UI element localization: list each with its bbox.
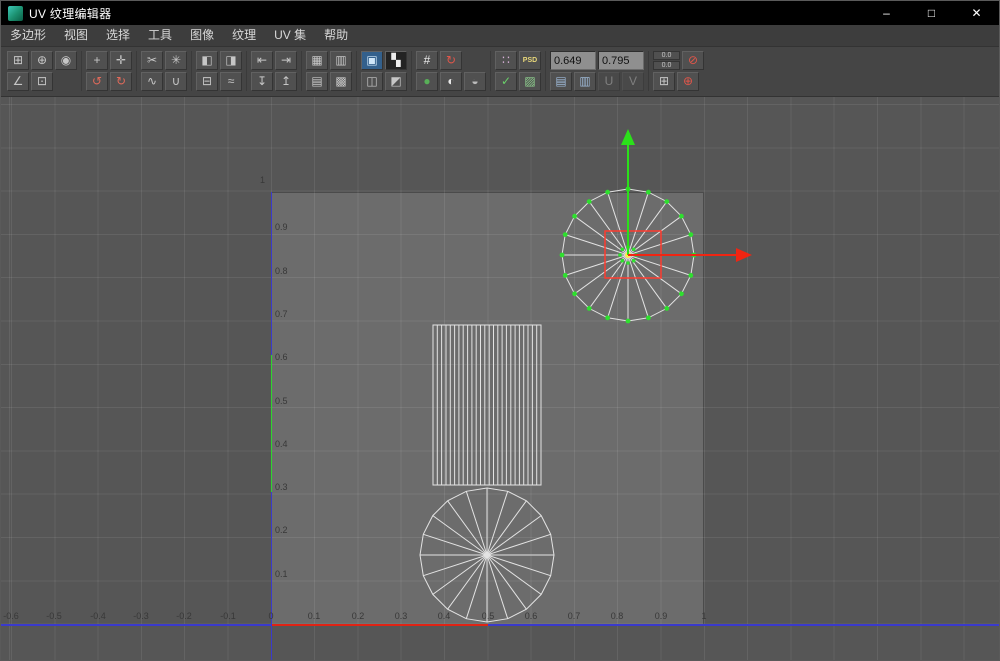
rotation-snap-stack[interactable]: 0.00.0 (653, 51, 680, 70)
transform-group: +✛↺↻ (82, 51, 137, 91)
move-uv-icon[interactable]: + (86, 51, 108, 70)
move-uv-shell-tool-icon[interactable]: ⊕ (31, 51, 53, 70)
close-button[interactable]: ✕ (954, 1, 999, 25)
align-min-u-icon[interactable]: ⇤ (251, 51, 273, 70)
move-manipulator[interactable] (621, 129, 752, 262)
align-max-v-icon[interactable]: ↥ (275, 72, 297, 91)
window-title: UV 纹理编辑器 (29, 5, 111, 22)
window-controls: – □ ✕ (864, 1, 999, 25)
tile-image-icon[interactable]: ◫ (361, 72, 383, 91)
checker-display-icon[interactable]: ▚ (385, 51, 407, 70)
tools-group: ⊞⊕◉ ∠⊡ (3, 51, 82, 91)
delete-image-icon[interactable]: ⊘ (682, 51, 704, 70)
maximize-button[interactable]: □ (909, 1, 954, 25)
layout-uvs-icon[interactable]: ▦ (306, 51, 328, 70)
menu-help[interactable]: 帮助 (315, 25, 357, 46)
menu-tool[interactable]: 工具 (139, 25, 181, 46)
split-uvs-icon[interactable]: ✳ (165, 51, 187, 70)
select-shortest-edge-path-tool-icon[interactable]: ∠ (7, 72, 29, 91)
paste-uvs-icon[interactable]: ▥ (574, 72, 596, 91)
uv-shell-cap-bottom[interactable] (420, 488, 554, 622)
align-min-v-icon[interactable]: ↧ (251, 72, 273, 91)
display-alpha-icon[interactable]: ◐ (440, 72, 462, 91)
snap-group: 0.00.0⊘ ⊞⊕ (649, 51, 708, 91)
scale-uv-icon[interactable]: ✛ (110, 51, 132, 70)
menu-view[interactable]: 视图 (55, 25, 97, 46)
app-icon (8, 6, 23, 21)
uv-editor-canvas[interactable]: -0.6-0.5-0.4-0.3-0.2-0.100.10.20.30.40.5… (1, 97, 999, 660)
uv-smudge-tool-icon[interactable]: ◉ (55, 51, 77, 70)
paste-u-icon[interactable]: U (598, 72, 620, 91)
tweak-uv-tool-icon[interactable]: ⊡ (31, 72, 53, 91)
uv-snapshot-icon[interactable]: ✓ (495, 72, 517, 91)
v-coordinate-field[interactable] (598, 51, 644, 70)
layout-along-u-icon[interactable]: ▥ (330, 51, 352, 70)
update-psd-icon[interactable]: ∷ (495, 51, 517, 70)
menu-texture[interactable]: 纹理 (223, 25, 265, 46)
create-psd-icon[interactable]: PSD (519, 51, 541, 70)
uv-shell-cylinder-side[interactable] (433, 325, 541, 485)
sew-uv-edges-icon[interactable]: ∿ (141, 72, 163, 91)
menu-image[interactable]: 图像 (181, 25, 223, 46)
minimize-button[interactable]: – (864, 1, 909, 25)
titlebar: UV 纹理编辑器 – □ ✕ (1, 1, 999, 25)
menubar: 多边形视图选择工具图像纹理UV 集帮助 (1, 25, 999, 47)
canvas-overlay-svg (1, 97, 999, 660)
menu-uv-sets[interactable]: UV 集 (265, 25, 315, 46)
menu-select[interactable]: 选择 (97, 25, 139, 46)
flip-v-icon[interactable]: ◨ (220, 51, 242, 70)
flip-u-icon[interactable]: ◧ (196, 51, 218, 70)
unfold-uvs-icon[interactable]: ⊟ (196, 72, 218, 91)
dim-image-icon[interactable]: ◒ (464, 72, 486, 91)
cut-uv-edges-icon[interactable]: ✂ (141, 51, 163, 70)
reload-texture-icon[interactable]: ↻ (440, 51, 462, 70)
clear-selection-icon[interactable]: ⊕ (677, 72, 699, 91)
rotate-uv-cw-icon[interactable]: ↻ (110, 72, 132, 91)
manipulator-u-arrowhead (736, 248, 752, 262)
view-toggles-group: #↻●◐◒ (412, 51, 491, 91)
layout-group: ▦▥▤▩ (302, 51, 357, 91)
flip-group: ◧◨⊟≈ (192, 51, 247, 91)
grid-toggle-icon[interactable]: # (416, 51, 438, 70)
pixel-snap-grid-icon[interactable]: ⊞ (653, 72, 675, 91)
rotation-snap-ccw-button[interactable]: 0.0 (653, 61, 680, 70)
uv-texture-editor-window: UV 纹理编辑器 – □ ✕ 多边形视图选择工具图像纹理UV 集帮助 ⊞⊕◉∠⊡… (0, 0, 1000, 661)
image-display-group: ▣▚◫◩ (357, 51, 412, 91)
shade-uvs-icon[interactable]: ◩ (385, 72, 407, 91)
cut-sew-group: ✂✳∿∪ (137, 51, 192, 91)
paste-v-icon[interactable]: V (622, 72, 644, 91)
rotate-uv-ccw-icon[interactable]: ↺ (86, 72, 108, 91)
copy-uvs-icon[interactable]: ▤ (550, 72, 572, 91)
menu-polygons[interactable]: 多边形 (1, 25, 55, 46)
rotation-snap-cw-button[interactable]: 0.0 (653, 51, 680, 60)
layout-along-v-icon[interactable]: ▤ (306, 72, 328, 91)
move-and-sew-icon[interactable]: ∪ (165, 72, 187, 91)
align-max-u-icon[interactable]: ⇥ (275, 51, 297, 70)
display-image-icon[interactable]: ▣ (361, 51, 383, 70)
coords-group: ▤▥UV (546, 51, 649, 91)
align-group: ⇤⇥↧↥ (247, 51, 302, 91)
manipulator-v-arrowhead (621, 129, 635, 145)
toolbar: ⊞⊕◉∠⊡+✛↺↻✂✳∿∪◧◨⊟≈⇤⇥↧↥▦▥▤▩▣▚◫◩#↻●◐◒∷PSD✓▨… (1, 47, 999, 97)
u-coordinate-field[interactable] (550, 51, 596, 70)
stack-shells-icon[interactable]: ▩ (330, 72, 352, 91)
psd-group: ∷PSD✓▨ (491, 51, 546, 91)
bake-editor-texture-icon[interactable]: ▨ (519, 72, 541, 91)
relax-uvs-icon[interactable]: ≈ (220, 72, 242, 91)
display-rgb-icon[interactable]: ● (416, 72, 438, 91)
uv-lattice-tool-icon[interactable]: ⊞ (7, 51, 29, 70)
